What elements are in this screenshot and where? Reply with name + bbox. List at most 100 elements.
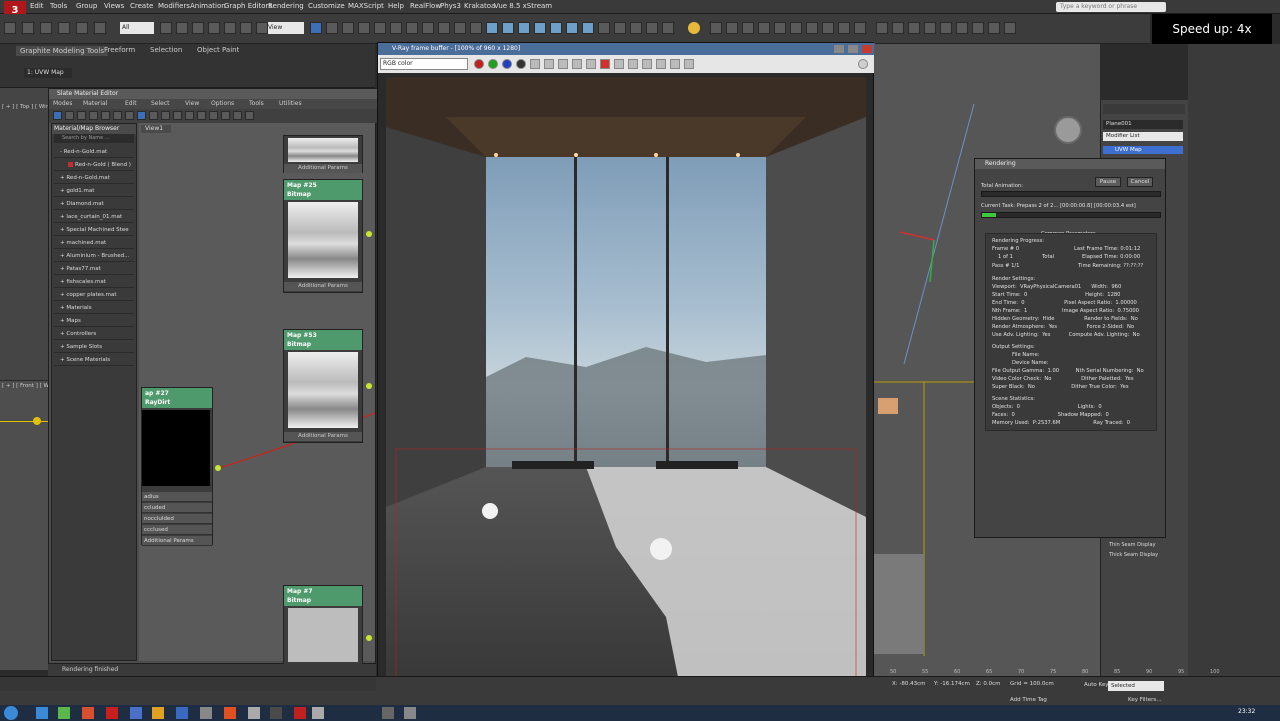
slate-tool-icon[interactable] bbox=[161, 111, 170, 120]
slate-tool-icon[interactable] bbox=[209, 111, 218, 120]
node-footer[interactable]: Additional Params bbox=[284, 282, 362, 291]
output-socket-icon[interactable] bbox=[366, 635, 372, 641]
list-item[interactable]: + Scene Materials bbox=[54, 354, 134, 366]
menu-rendering[interactable]: Rendering bbox=[268, 2, 304, 10]
slate-menu-view[interactable]: View bbox=[185, 99, 199, 109]
toolbar-tool-icon[interactable] bbox=[1004, 22, 1016, 34]
taskbar-app-icon[interactable] bbox=[294, 707, 306, 719]
taskbar-app-icon[interactable] bbox=[404, 707, 416, 719]
toolbar-tool-icon[interactable] bbox=[22, 22, 34, 34]
slate-tool-icon[interactable] bbox=[113, 111, 122, 120]
toolbar-tool-icon[interactable] bbox=[908, 22, 920, 34]
toolbar-tool-icon[interactable] bbox=[374, 22, 386, 34]
slate-tool-icon[interactable] bbox=[137, 111, 146, 120]
slate-tool-icon[interactable] bbox=[173, 111, 182, 120]
node-top-cropped[interactable]: Additional Params bbox=[283, 135, 363, 173]
menu-realflow[interactable]: RealFlow bbox=[410, 2, 441, 10]
vfb-tool-icon[interactable] bbox=[544, 59, 554, 69]
toolbar-tool-icon[interactable] bbox=[240, 22, 252, 34]
slate-menu-edit[interactable]: Edit bbox=[125, 99, 137, 109]
list-item[interactable]: + gold1.mat bbox=[54, 185, 134, 197]
toolbar-tool-icon[interactable] bbox=[486, 22, 498, 34]
menu-customize[interactable]: Customize bbox=[308, 2, 345, 10]
key-filters-button[interactable]: Key Filters... bbox=[1128, 697, 1161, 703]
slate-tool-icon[interactable] bbox=[89, 111, 98, 120]
list-item[interactable]: + Aluminium - Brushed... bbox=[54, 250, 134, 262]
node-param-row[interactable]: nocclulded bbox=[142, 514, 212, 524]
list-item[interactable]: + fishscales.mat bbox=[54, 276, 134, 288]
toolbar-tool-icon[interactable] bbox=[310, 22, 322, 34]
toolbar-tool-icon[interactable] bbox=[726, 22, 738, 34]
toolbar-tool-icon[interactable] bbox=[630, 22, 642, 34]
list-item[interactable]: + Diamond.mat bbox=[54, 198, 134, 210]
toolbar-tool-icon[interactable] bbox=[224, 22, 236, 34]
toolbar-tool-icon[interactable] bbox=[454, 22, 466, 34]
vfb-tool-icon[interactable] bbox=[516, 59, 526, 69]
list-item[interactable]: Red-n-Gold ( Blend ) bbox=[54, 159, 134, 171]
render-image[interactable] bbox=[386, 77, 866, 717]
tab-graphite-modeling[interactable]: Graphite Modeling Tools bbox=[16, 46, 109, 56]
vfb-tool-icon[interactable] bbox=[642, 59, 652, 69]
menu-edit[interactable]: Edit bbox=[30, 2, 44, 10]
list-item[interactable]: + Patas77.mat bbox=[54, 263, 134, 275]
slate-tool-icon[interactable] bbox=[125, 111, 134, 120]
slate-tool-icon[interactable] bbox=[185, 111, 194, 120]
thin-seam-radio[interactable]: Thin Seam Display bbox=[1109, 542, 1156, 548]
key-mode-select[interactable]: Selected bbox=[1108, 681, 1164, 691]
toolbar-tool-icon[interactable] bbox=[58, 22, 70, 34]
menu-tools[interactable]: Tools bbox=[50, 2, 67, 10]
vfb-tool-icon[interactable] bbox=[628, 59, 638, 69]
add-time-tag-button[interactable]: Add Time Tag bbox=[1010, 697, 1047, 703]
toolbar-tool-icon[interactable] bbox=[256, 22, 268, 34]
toolbar-tool-icon[interactable] bbox=[566, 22, 578, 34]
toolbar-tool-icon[interactable] bbox=[438, 22, 450, 34]
toolbar-tool-icon[interactable] bbox=[940, 22, 952, 34]
toolbar-tool-icon[interactable] bbox=[76, 22, 88, 34]
node-header[interactable]: Map #7 Bitmap bbox=[284, 586, 362, 606]
slate-tool-icon[interactable] bbox=[233, 111, 242, 120]
viewport-front[interactable]: [ + ] [ Front ] [ Wir bbox=[0, 380, 53, 670]
toolbar-tool-icon[interactable] bbox=[742, 22, 754, 34]
toolbar-tool-icon[interactable] bbox=[422, 22, 434, 34]
close-icon[interactable] bbox=[862, 45, 872, 53]
taskbar-app-icon[interactable] bbox=[152, 707, 164, 719]
cancel-button[interactable]: Cancel bbox=[1127, 177, 1153, 187]
taskbar-app-icon[interactable] bbox=[224, 707, 236, 719]
list-item[interactable]: + Maps bbox=[54, 315, 134, 327]
node-map-25[interactable]: Map #25 Bitmap Additional Params bbox=[283, 179, 363, 293]
toolbar-tool-icon[interactable] bbox=[94, 22, 106, 34]
channel-select[interactable]: RGB color bbox=[380, 58, 468, 70]
vfb-tool-icon[interactable] bbox=[572, 59, 582, 69]
x-coordinate[interactable]: X: -80.43cm bbox=[892, 681, 925, 687]
slate-tool-icon[interactable] bbox=[245, 111, 254, 120]
taskbar-app-icon[interactable] bbox=[130, 707, 142, 719]
menu-maxscript[interactable]: MAXScript bbox=[348, 2, 384, 10]
tab-freeform[interactable]: Freeform bbox=[104, 46, 135, 54]
list-item[interactable]: + Red-n-Gold.mat bbox=[54, 172, 134, 184]
toolbar-tool-icon[interactable] bbox=[838, 22, 850, 34]
toolbar-tool-icon[interactable] bbox=[582, 22, 594, 34]
tab-object-paint[interactable]: Object Paint bbox=[197, 46, 239, 54]
list-item[interactable]: + lace_curtain_01.mat bbox=[54, 211, 134, 223]
toolbar-tool-icon[interactable] bbox=[988, 22, 1000, 34]
toolbar-tool-icon[interactable] bbox=[614, 22, 626, 34]
vfb-tool-icon[interactable] bbox=[670, 59, 680, 69]
output-socket-icon[interactable] bbox=[366, 231, 372, 237]
toolbar-tool-icon[interactable] bbox=[342, 22, 354, 34]
menu-views[interactable]: Views bbox=[104, 2, 124, 10]
toolbar-tool-icon[interactable] bbox=[192, 22, 204, 34]
stack-item-uvw-map[interactable]: UVW Map bbox=[1103, 146, 1183, 154]
output-socket-icon[interactable] bbox=[366, 383, 372, 389]
node-param-row[interactable]: Additional Params bbox=[142, 536, 212, 546]
list-item[interactable]: + copper plates.mat bbox=[54, 289, 134, 301]
slate-tool-icon[interactable] bbox=[149, 111, 158, 120]
tab-view1[interactable]: View1 bbox=[141, 125, 171, 133]
browser-search-input[interactable]: Search by Name ... bbox=[54, 134, 134, 143]
node-param-row[interactable]: ccclused bbox=[142, 525, 212, 535]
node-param-row[interactable]: ccluded bbox=[142, 503, 212, 513]
toolbar-tool-icon[interactable] bbox=[972, 22, 984, 34]
toolbar-tool-icon[interactable] bbox=[774, 22, 786, 34]
menu-krakatoa[interactable]: Krakatoa bbox=[464, 2, 495, 10]
toolbar-tool-icon[interactable] bbox=[160, 22, 172, 34]
output-socket-icon[interactable] bbox=[215, 465, 221, 471]
